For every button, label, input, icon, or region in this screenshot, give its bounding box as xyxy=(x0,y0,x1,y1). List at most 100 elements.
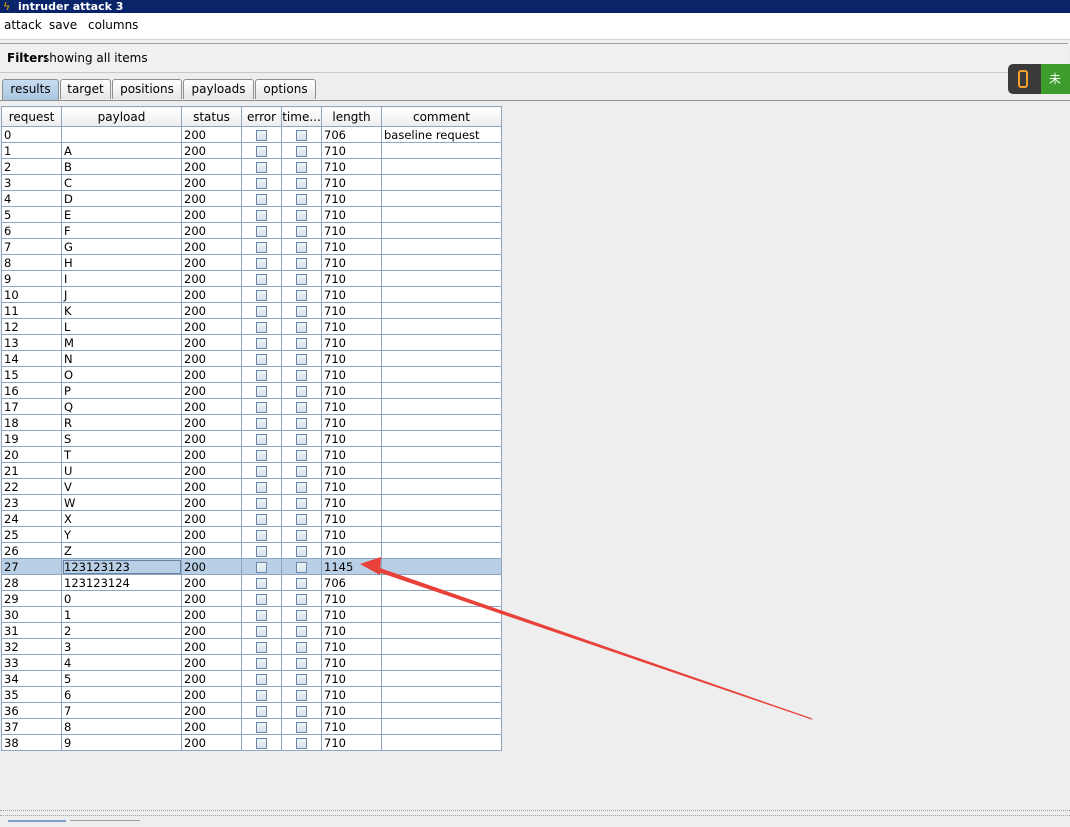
table-row[interactable]: 16 P 200 710 xyxy=(1,382,502,399)
table-row[interactable]: 37 8 200 710 xyxy=(1,718,502,735)
table-row[interactable]: 1 A 200 710 xyxy=(1,142,502,159)
tab-target[interactable]: target xyxy=(60,79,111,99)
tab-positions[interactable]: positions xyxy=(112,79,182,99)
error-checkbox[interactable] xyxy=(256,337,267,349)
table-row[interactable]: 26 Z 200 710 xyxy=(1,542,502,559)
column-header-request[interactable]: request xyxy=(1,106,62,127)
table-row[interactable]: 17 Q 200 710 xyxy=(1,398,502,415)
timeout-checkbox[interactable] xyxy=(296,385,307,397)
table-row[interactable]: 24 X 200 710 xyxy=(1,510,502,527)
timeout-checkbox[interactable] xyxy=(296,481,307,493)
error-checkbox[interactable] xyxy=(256,289,267,301)
table-row[interactable]: 7 G 200 710 xyxy=(1,238,502,255)
column-header-status[interactable]: status xyxy=(181,106,242,127)
timeout-checkbox[interactable] xyxy=(296,721,307,733)
timeout-checkbox[interactable] xyxy=(296,305,307,317)
timeout-checkbox[interactable] xyxy=(296,177,307,189)
table-row[interactable]: 34 5 200 710 xyxy=(1,670,502,687)
timeout-checkbox[interactable] xyxy=(296,433,307,445)
error-checkbox[interactable] xyxy=(256,401,267,413)
timeout-checkbox[interactable] xyxy=(296,337,307,349)
timeout-checkbox[interactable] xyxy=(296,273,307,285)
timeout-checkbox[interactable] xyxy=(296,513,307,525)
table-row[interactable]: 22 V 200 710 xyxy=(1,478,502,495)
timeout-checkbox[interactable] xyxy=(296,449,307,461)
table-row[interactable]: 2 B 200 710 xyxy=(1,158,502,175)
table-row[interactable]: 33 4 200 710 xyxy=(1,654,502,671)
error-checkbox[interactable] xyxy=(256,705,267,717)
timeout-checkbox[interactable] xyxy=(296,257,307,269)
error-checkbox[interactable] xyxy=(256,273,267,285)
error-checkbox[interactable] xyxy=(256,673,267,685)
timeout-checkbox[interactable] xyxy=(296,705,307,717)
error-checkbox[interactable] xyxy=(256,241,267,253)
error-checkbox[interactable] xyxy=(256,529,267,541)
timeout-checkbox[interactable] xyxy=(296,369,307,381)
error-checkbox[interactable] xyxy=(256,177,267,189)
column-header-error[interactable]: error xyxy=(241,106,282,127)
error-checkbox[interactable] xyxy=(256,657,267,669)
timeout-checkbox[interactable] xyxy=(296,657,307,669)
timeout-checkbox[interactable] xyxy=(296,529,307,541)
error-checkbox[interactable] xyxy=(256,737,267,749)
timeout-checkbox[interactable] xyxy=(296,609,307,621)
bottom-tab-1[interactable] xyxy=(8,820,66,827)
error-checkbox[interactable] xyxy=(256,449,267,461)
tab-options[interactable]: options xyxy=(255,79,316,99)
timeout-checkbox[interactable] xyxy=(296,465,307,477)
menu-save[interactable]: save xyxy=(49,18,77,32)
menu-attack[interactable]: attack xyxy=(4,18,42,32)
column-header-payload[interactable]: payload xyxy=(61,106,182,127)
timeout-checkbox[interactable] xyxy=(296,193,307,205)
timeout-checkbox[interactable] xyxy=(296,401,307,413)
error-checkbox[interactable] xyxy=(256,193,267,205)
error-checkbox[interactable] xyxy=(256,161,267,173)
table-row[interactable]: 0 200 706 baseline request xyxy=(1,126,502,143)
table-row[interactable]: 12 L 200 710 xyxy=(1,318,502,335)
timeout-checkbox[interactable] xyxy=(296,545,307,557)
error-checkbox[interactable] xyxy=(256,369,267,381)
error-checkbox[interactable] xyxy=(256,513,267,525)
error-checkbox[interactable] xyxy=(256,129,267,141)
table-row[interactable]: 18 R 200 710 xyxy=(1,414,502,431)
table-row[interactable]: 30 1 200 710 xyxy=(1,606,502,623)
timeout-checkbox[interactable] xyxy=(296,689,307,701)
timeout-checkbox[interactable] xyxy=(296,321,307,333)
table-row[interactable]: 36 7 200 710 xyxy=(1,702,502,719)
error-checkbox[interactable] xyxy=(256,321,267,333)
table-row[interactable]: 5 E 200 710 xyxy=(1,206,502,223)
error-checkbox[interactable] xyxy=(256,561,267,573)
timeout-checkbox[interactable] xyxy=(296,161,307,173)
error-checkbox[interactable] xyxy=(256,497,267,509)
tab-results[interactable]: results xyxy=(2,79,59,100)
table-row[interactable]: 14 N 200 710 xyxy=(1,350,502,367)
error-checkbox[interactable] xyxy=(256,225,267,237)
table-row[interactable]: 23 W 200 710 xyxy=(1,494,502,511)
timeout-checkbox[interactable] xyxy=(296,737,307,749)
bottom-splitter[interactable] xyxy=(0,810,1070,816)
table-row[interactable]: 28 123123124 200 706 xyxy=(1,574,502,591)
timeout-checkbox[interactable] xyxy=(296,673,307,685)
error-checkbox[interactable] xyxy=(256,209,267,221)
table-row[interactable]: 25 Y 200 710 xyxy=(1,526,502,543)
timeout-checkbox[interactable] xyxy=(296,625,307,637)
table-row[interactable]: 29 0 200 710 xyxy=(1,590,502,607)
error-checkbox[interactable] xyxy=(256,721,267,733)
error-checkbox[interactable] xyxy=(256,689,267,701)
timeout-checkbox[interactable] xyxy=(296,641,307,653)
error-checkbox[interactable] xyxy=(256,417,267,429)
timeout-checkbox[interactable] xyxy=(296,145,307,157)
error-checkbox[interactable] xyxy=(256,625,267,637)
error-checkbox[interactable] xyxy=(256,593,267,605)
table-row[interactable]: 27 123123123 200 1145 xyxy=(1,558,502,575)
table-row[interactable]: 32 3 200 710 xyxy=(1,638,502,655)
table-row[interactable]: 13 M 200 710 xyxy=(1,334,502,351)
table-row[interactable]: 35 6 200 710 xyxy=(1,686,502,703)
timeout-checkbox[interactable] xyxy=(296,577,307,589)
error-checkbox[interactable] xyxy=(256,305,267,317)
error-checkbox[interactable] xyxy=(256,353,267,365)
timeout-checkbox[interactable] xyxy=(296,289,307,301)
tab-payloads[interactable]: payloads xyxy=(183,79,254,99)
error-checkbox[interactable] xyxy=(256,465,267,477)
timeout-checkbox[interactable] xyxy=(296,129,307,141)
